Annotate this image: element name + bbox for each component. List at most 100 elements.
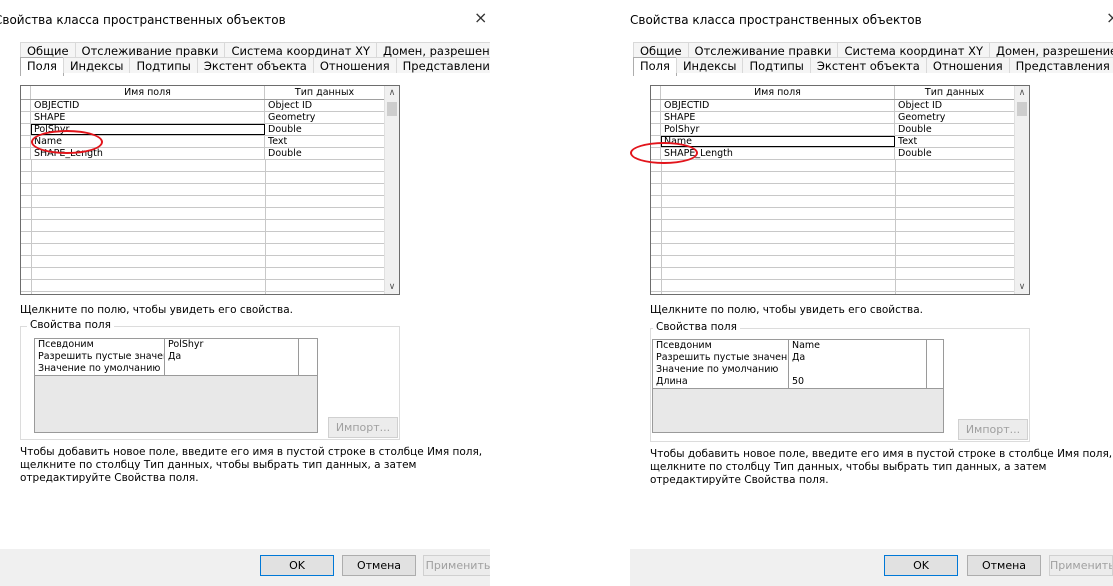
import-button[interactable]: Импорт... [958, 419, 1028, 440]
scroll-thumb[interactable] [387, 102, 397, 116]
data-type-cell[interactable]: Double [895, 148, 1015, 159]
tab-relationships[interactable]: Отношения [925, 57, 1010, 73]
tab-representations[interactable]: Представления [395, 57, 490, 73]
data-type-cell[interactable]: Double [895, 124, 1015, 135]
tab-row-2: Поля Индексы Подтипы Экстент объекта Отн… [20, 57, 490, 76]
row-selector[interactable] [21, 112, 31, 123]
apply-button[interactable]: Применить [423, 555, 490, 576]
row-selector[interactable] [21, 148, 31, 159]
scroll-up-icon[interactable]: ∧ [1015, 86, 1029, 100]
data-type-cell[interactable]: Object ID [895, 100, 1015, 111]
column-header-data-type[interactable]: Тип данных [895, 86, 1015, 99]
tab-subtypes[interactable]: Подтипы [742, 57, 811, 73]
property-value[interactable]: Name [789, 340, 927, 352]
data-type-cell[interactable]: Object ID [265, 100, 385, 111]
data-type-cell[interactable]: Geometry [895, 112, 1015, 123]
tab-feature-extent[interactable]: Экстент объекта [196, 57, 314, 73]
tab-editor-tracking[interactable]: Отслеживание правки [687, 42, 839, 58]
grid-rowheader-spacer [21, 86, 31, 99]
column-divider [661, 160, 662, 294]
scroll-up-icon[interactable]: ∧ [385, 86, 399, 100]
row-selector[interactable] [651, 112, 661, 123]
row-selector[interactable] [651, 100, 661, 111]
field-name-cell[interactable]: SHAPE [661, 112, 895, 123]
field-name-cell[interactable]: OBJECTID [31, 100, 265, 111]
tab-fields[interactable]: Поля [633, 57, 677, 76]
table-row[interactable]: SHAPE_Length Double [651, 148, 1015, 160]
data-type-cell[interactable]: Double [265, 124, 385, 135]
property-value[interactable]: Да [789, 352, 927, 364]
property-value[interactable]: Да [165, 351, 299, 363]
hint-text: Щелкните по полю, чтобы увидеть его свой… [20, 304, 293, 316]
tab-domain-resolution-tolerance[interactable]: Домен, разрешение и допуск [989, 42, 1113, 58]
vertical-scrollbar[interactable]: ∧ ∨ [384, 86, 399, 294]
field-name-cell-selected[interactable]: Name [661, 136, 895, 147]
properties-grid[interactable]: Псевдоним Name Разрешить пустые значения… [652, 339, 944, 433]
vertical-scrollbar[interactable]: ∧ ∨ [1014, 86, 1029, 294]
tab-relationships[interactable]: Отношения [312, 57, 397, 73]
tab-editor-tracking[interactable]: Отслеживание правки [74, 42, 226, 58]
scroll-down-icon[interactable]: ∨ [1015, 280, 1029, 294]
column-header-field-name[interactable]: Имя поля [31, 86, 265, 99]
ok-button[interactable]: OK [260, 555, 334, 576]
empty-rows[interactable] [21, 160, 385, 294]
field-properties-label: Свойства поля [653, 321, 740, 333]
apply-button[interactable]: Применить [1049, 555, 1113, 576]
table-row[interactable]: SHAPE Geometry [651, 112, 1015, 124]
tab-indexes[interactable]: Индексы [675, 57, 744, 73]
row-selector[interactable] [21, 136, 31, 147]
grid-header: Имя поля Тип данных [21, 86, 385, 100]
tab-general[interactable]: Общие [633, 42, 689, 58]
property-row[interactable]: Значение по умолчанию [35, 363, 317, 376]
fields-grid[interactable]: Имя поля Тип данных OBJECTID Object ID S… [20, 85, 400, 295]
tab-feature-extent[interactable]: Экстент объекта [809, 57, 927, 73]
scroll-down-icon[interactable]: ∨ [385, 280, 399, 294]
row-selector[interactable] [21, 124, 31, 135]
tab-xy-coordinate-system[interactable]: Система координат XY [837, 42, 991, 58]
cancel-button[interactable]: Отмена [967, 555, 1041, 576]
cancel-button[interactable]: Отмена [342, 555, 416, 576]
column-header-field-name[interactable]: Имя поля [661, 86, 895, 99]
data-type-cell[interactable]: Double [265, 148, 385, 159]
table-row[interactable]: SHAPE Geometry [21, 112, 385, 124]
data-type-cell[interactable]: Text [265, 136, 385, 147]
row-selector[interactable] [651, 124, 661, 135]
properties-grid[interactable]: Псевдоним PolShyr Разрешить пустые значе… [34, 338, 318, 433]
fields-grid[interactable]: Имя поля Тип данных OBJECTID Object ID S… [650, 85, 1030, 295]
tab-domain-resolution-tolerance[interactable]: Домен, разрешение и допуск [376, 42, 490, 58]
tab-representations[interactable]: Представления [1008, 57, 1113, 73]
table-row[interactable]: Name Text [651, 136, 1015, 148]
close-icon[interactable]: × [1106, 8, 1113, 27]
ok-button[interactable]: OK [884, 555, 958, 576]
close-icon[interactable]: × [474, 8, 487, 27]
scroll-thumb[interactable] [1017, 102, 1027, 116]
tab-subtypes[interactable]: Подтипы [129, 57, 198, 73]
tab-general[interactable]: Общие [20, 42, 76, 58]
dialog-title: Свойства класса пространственных объекто… [0, 13, 286, 27]
tab-indexes[interactable]: Индексы [62, 57, 131, 73]
property-value[interactable]: PolShyr [165, 339, 299, 351]
field-name-cell[interactable]: SHAPE [31, 112, 265, 123]
table-row[interactable]: PolShyr Double [651, 124, 1015, 136]
property-value[interactable] [165, 363, 299, 375]
tab-fields[interactable]: Поля [20, 57, 64, 76]
instructions-line: щелкните по столбцу Тип данных, чтобы вы… [650, 461, 1047, 473]
tab-row-2: Поля Индексы Подтипы Экстент объекта Отн… [633, 57, 1113, 76]
import-button[interactable]: Импорт... [328, 417, 398, 438]
button-bar [0, 549, 490, 586]
row-selector[interactable] [21, 100, 31, 111]
property-value[interactable] [789, 364, 927, 376]
property-row[interactable]: Длина 50 [653, 376, 943, 389]
field-name-cell[interactable]: PolShyr [661, 124, 895, 135]
tab-xy-coordinate-system[interactable]: Система координат XY [224, 42, 378, 58]
data-type-cell[interactable]: Geometry [265, 112, 385, 123]
property-value[interactable]: 50 [789, 376, 927, 388]
table-row[interactable]: OBJECTID Object ID [21, 100, 385, 112]
table-row[interactable]: OBJECTID Object ID [651, 100, 1015, 112]
field-name-cell[interactable]: OBJECTID [661, 100, 895, 111]
empty-rows[interactable] [651, 160, 1015, 294]
property-key: Псевдоним [35, 339, 165, 351]
hint-text: Щелкните по полю, чтобы увидеть его свой… [650, 304, 923, 316]
data-type-cell[interactable]: Text [895, 136, 1015, 147]
column-header-data-type[interactable]: Тип данных [265, 86, 385, 99]
